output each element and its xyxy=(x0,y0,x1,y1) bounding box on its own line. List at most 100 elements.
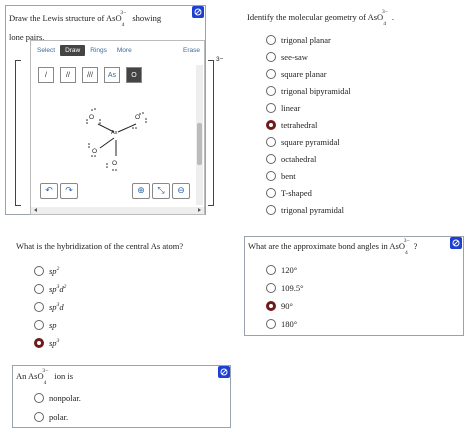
redo-icon[interactable]: ↷ xyxy=(60,183,78,199)
radio-button[interactable] xyxy=(266,120,276,130)
tab-more[interactable]: More xyxy=(112,45,137,56)
radio-button[interactable] xyxy=(266,86,276,96)
radio-button[interactable] xyxy=(266,52,276,62)
zoom-controls: ⊕ ⤡ ⊖ xyxy=(132,183,190,199)
zoom-out-icon[interactable]: ⊖ xyxy=(172,183,190,199)
radio-button[interactable] xyxy=(34,284,44,294)
angle-option-2[interactable]: 90° xyxy=(266,300,304,312)
option-label: trigonal bipyramidal xyxy=(281,86,351,96)
geometry-question: Identify the molecular geometry of AsO43… xyxy=(247,9,394,27)
hyb-base: sp xyxy=(49,320,57,330)
option-label: octahedral xyxy=(281,154,317,164)
radio-button[interactable] xyxy=(34,338,44,348)
zoom-fit-icon[interactable]: ⤡ xyxy=(152,183,170,199)
polarity-option-1[interactable]: polar. xyxy=(34,411,81,423)
ion-charge: 3− xyxy=(216,56,224,63)
geometry-option-tetrahedral[interactable]: tetrahedral xyxy=(266,119,351,131)
arsenic-atom-tool[interactable]: As xyxy=(104,67,120,83)
tab-select[interactable]: Select xyxy=(32,45,60,56)
radio-button[interactable] xyxy=(34,412,44,422)
polarity-option-0[interactable]: nonpolar. xyxy=(34,392,81,404)
radio-button[interactable] xyxy=(266,283,276,293)
atom-as-center: As xyxy=(111,130,118,136)
atom-o-top-left: O xyxy=(89,114,95,121)
hybridization-question: What is the hybridization of the central… xyxy=(16,241,184,251)
radio-button[interactable] xyxy=(266,301,276,311)
single-bond-tool[interactable]: / xyxy=(38,67,54,83)
triple-bond-tool[interactable]: /// xyxy=(82,67,98,83)
hyb-sup2: 2 xyxy=(63,284,67,291)
geometry-option-trigonal-pyramidal[interactable]: trigonal pyramidal xyxy=(266,204,351,216)
double-bond-tool[interactable]: // xyxy=(60,67,76,83)
angles-edit-icon[interactable] xyxy=(450,237,462,249)
history-controls: ↶ ↷ xyxy=(40,183,78,199)
radio-button[interactable] xyxy=(266,154,276,164)
angle-option-1[interactable]: 109.5° xyxy=(266,282,304,294)
option-label: sp3d xyxy=(49,302,64,312)
vertical-scrollbar[interactable] xyxy=(196,65,203,205)
zoom-in-icon[interactable]: ⊕ xyxy=(132,183,150,199)
option-label: polar. xyxy=(49,412,69,422)
radio-button[interactable] xyxy=(266,35,276,45)
scrollbar-thumb[interactable] xyxy=(197,123,202,165)
atom-o-top-right: O xyxy=(135,114,141,121)
polarity-edit-icon[interactable] xyxy=(218,366,230,378)
atom-o-left: O xyxy=(92,148,98,155)
tab-draw[interactable]: Draw xyxy=(60,45,86,56)
radio-button[interactable] xyxy=(34,302,44,312)
geometry-option-trigonal-planar[interactable]: trigonal planar xyxy=(266,34,351,46)
geometry-option-trigonal-bipyramidal[interactable]: trigonal bipyramidal xyxy=(266,85,351,97)
radio-button[interactable] xyxy=(266,171,276,181)
radio-button[interactable] xyxy=(34,266,44,276)
option-label: 180° xyxy=(281,319,298,329)
scroll-right-arrow[interactable] xyxy=(198,208,201,212)
radio-button[interactable] xyxy=(266,69,276,79)
undo-icon[interactable]: ↶ xyxy=(40,183,58,199)
geometry-option-see-saw[interactable]: see-saw xyxy=(266,51,351,63)
radio-button[interactable] xyxy=(266,265,276,275)
horizontal-scrollbar[interactable] xyxy=(31,207,204,214)
radio-button[interactable] xyxy=(34,320,44,330)
scroll-left-arrow[interactable] xyxy=(34,208,37,212)
option-label: 90° xyxy=(281,301,293,311)
hybridization-option-4[interactable]: sp3 xyxy=(34,337,66,349)
option-label: 120° xyxy=(281,265,298,275)
geometry-option-bent[interactable]: bent xyxy=(266,170,351,182)
angles-question: What are the approximate bond angles in … xyxy=(248,238,418,256)
geometry-option-square-pyramidal[interactable]: square pyramidal xyxy=(266,136,351,148)
polarity-question: An AsO43− ion is xyxy=(16,368,74,386)
option-label: bent xyxy=(281,171,296,181)
hybridization-option-3[interactable]: sp xyxy=(34,319,66,331)
erase-button[interactable]: Erase xyxy=(183,47,200,54)
hyb-base: sp xyxy=(49,302,57,312)
tab-rings[interactable]: Rings xyxy=(85,45,112,56)
geometry-option-square-planar[interactable]: square planar xyxy=(266,68,351,80)
option-label: square pyramidal xyxy=(281,137,340,147)
oxygen-atom-tool[interactable]: O xyxy=(126,67,142,83)
radio-button[interactable] xyxy=(266,188,276,198)
radio-button[interactable] xyxy=(266,137,276,147)
angle-option-3[interactable]: 180° xyxy=(266,318,304,330)
hyb-base: sp xyxy=(49,266,57,276)
hybridization-option-2[interactable]: sp3d xyxy=(34,301,66,313)
hybridization-option-1[interactable]: sp3d2 xyxy=(34,283,66,295)
angle-option-0[interactable]: 120° xyxy=(266,264,304,276)
hyb-sup: 2 xyxy=(56,266,60,273)
option-label: sp2 xyxy=(49,266,59,276)
polarity-options: nonpolar. polar. xyxy=(34,392,81,423)
geometry-option-octahedral[interactable]: octahedral xyxy=(266,153,351,165)
radio-button[interactable] xyxy=(34,393,44,403)
radio-button[interactable] xyxy=(266,205,276,215)
geometry-option-linear[interactable]: linear xyxy=(266,102,351,114)
option-label: trigonal planar xyxy=(281,35,331,45)
left-bracket xyxy=(15,60,21,206)
atom-o-bottom: O xyxy=(112,160,118,167)
option-label: nonpolar. xyxy=(49,393,81,403)
lewis-structure-drawing[interactable] xyxy=(70,100,170,180)
edit-icon[interactable] xyxy=(192,6,204,18)
hybridization-option-0[interactable]: sp2 xyxy=(34,265,66,277)
radio-button[interactable] xyxy=(266,319,276,329)
radio-button[interactable] xyxy=(266,103,276,113)
option-label: linear xyxy=(281,103,301,113)
geometry-option-T-shaped[interactable]: T-shaped xyxy=(266,187,351,199)
